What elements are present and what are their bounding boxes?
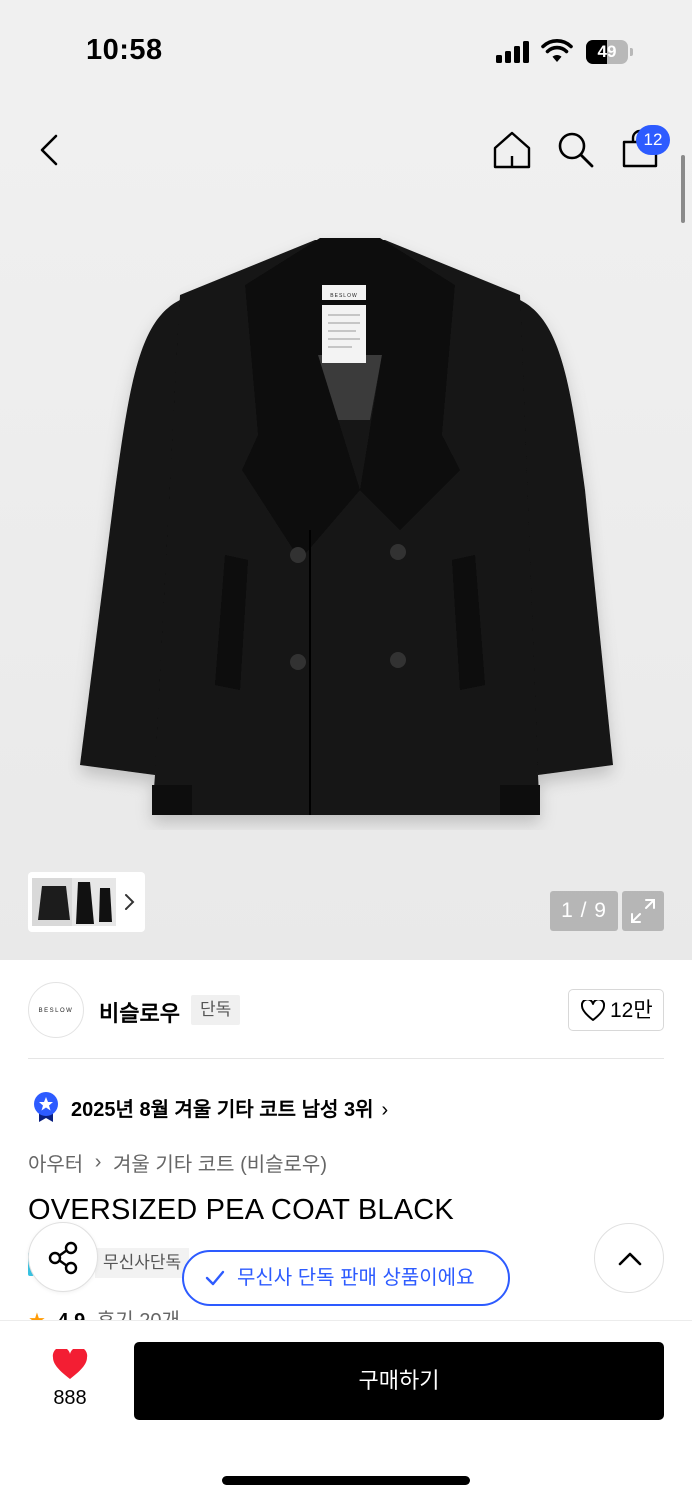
chevron-right-icon[interactable] [122, 891, 138, 913]
exclusive-toast: 무신사 단독 판매 상품이에요 [182, 1250, 510, 1306]
product-image [80, 238, 613, 815]
wifi-icon [541, 39, 573, 62]
exclusive-tag: 단독 [191, 995, 241, 1025]
toast-text: 무신사 단독 판매 상품이에요 [237, 1267, 475, 1289]
expand-icon [631, 899, 655, 923]
brand-row[interactable]: BESLOW 비슬로우 단독 12만 [28, 982, 664, 1040]
heart-outline-icon [581, 1000, 605, 1021]
brand-like-button[interactable]: 12만 [568, 989, 664, 1031]
image-counter: 1 / 9 [550, 891, 618, 931]
home-indicator[interactable] [222, 1476, 470, 1485]
ranking-label: 2025년 8월 겨울 기타 코트 남성 3위 [71, 1099, 374, 1121]
bottom-action-bar: 888 구매하기 [0, 1320, 692, 1500]
star-icon: ★ [28, 1310, 46, 1320]
wishlist-count: 888 [53, 1387, 87, 1409]
breadcrumb: 아우터 › 겨울 기타 코트 (비슬로우) [28, 1148, 327, 1177]
share-button[interactable] [28, 1222, 98, 1292]
ranking-medal-icon [34, 1092, 58, 1122]
thumbnail-3[interactable] [96, 878, 116, 926]
cellular-signal-icon [496, 41, 532, 63]
scroll-top-button[interactable] [594, 1223, 664, 1293]
share-icon [48, 1241, 78, 1275]
status-time: 10:58 [86, 34, 163, 66]
musinsa-exclusive-tag: 무신사단독 [95, 1248, 190, 1278]
brand-name[interactable]: 비슬로우 [99, 996, 180, 1028]
thumbnail-1[interactable] [32, 878, 76, 926]
chevron-right-icon: › [94, 1151, 102, 1173]
search-icon[interactable] [554, 128, 598, 172]
divider [28, 1058, 664, 1059]
cart-count-badge: 12 [636, 125, 670, 155]
rating-score: 4.9 [58, 1310, 86, 1320]
rating-row[interactable]: ★ 4.9 후기 20개 [28, 1304, 180, 1320]
ranking-text[interactable]: 2025년 8월 겨울 기타 코트 남성 3위 › [71, 1093, 388, 1122]
chevron-up-icon [618, 1252, 642, 1266]
breadcrumb-item-outer[interactable]: 아우터 [28, 1154, 83, 1176]
wishlist-button[interactable]: 888 [40, 1345, 100, 1415]
battery-icon: 49 [586, 40, 633, 64]
chevron-right-icon: › [381, 1099, 389, 1121]
battery-percent: 49 [597, 42, 617, 61]
brand-logo[interactable]: BESLOW [28, 982, 84, 1038]
brand-like-count: 12만 [610, 999, 653, 1022]
review-count[interactable]: 후기 20개 [97, 1310, 180, 1320]
scrollbar-thumb[interactable] [681, 155, 685, 223]
expand-button[interactable] [622, 891, 664, 931]
product-title: OVERSIZED PEA COAT BLACK [28, 1194, 454, 1226]
breadcrumb-item-category[interactable]: 겨울 기타 코트 (비슬로우) [113, 1154, 327, 1176]
status-bar: 10:58 49 [0, 0, 692, 100]
back-arrow-icon[interactable] [28, 128, 72, 172]
home-icon[interactable] [490, 128, 534, 172]
buy-button[interactable]: 구매하기 [134, 1342, 664, 1420]
heart-filled-icon [52, 1349, 88, 1379]
coat-brand-label: BESLOW [330, 293, 358, 299]
check-icon [205, 1270, 225, 1286]
